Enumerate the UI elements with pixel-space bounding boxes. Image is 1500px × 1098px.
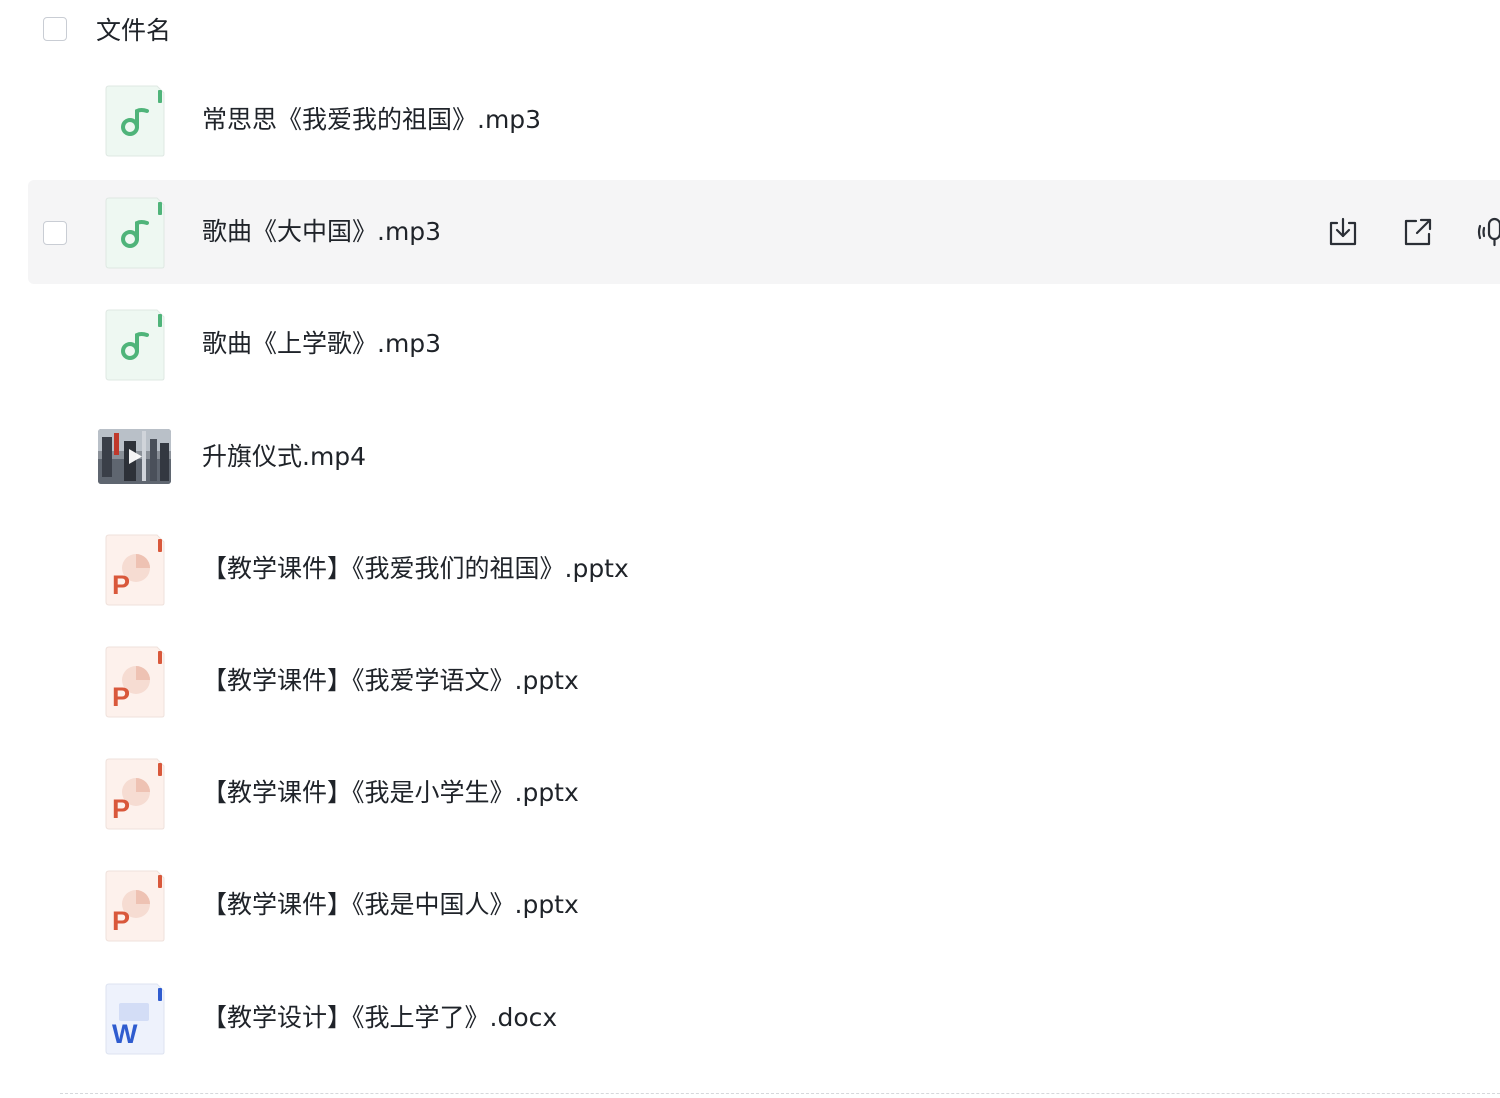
file-row[interactable]: P 【教学课件】《我爱学语文》.pptx [28,629,1500,733]
file-row[interactable]: 常思思《我爱我的祖国》.mp3 [28,68,1500,172]
list-bottom-divider [60,1093,1500,1094]
file-row[interactable]: P 【教学课件】《我是中国人》.pptx [28,853,1500,957]
svg-text:P: P [112,794,130,824]
svg-text:P: P [112,570,130,600]
select-all-checkbox[interactable] [43,17,67,41]
file-row[interactable]: P 【教学课件】《我是小学生》.pptx [28,741,1500,845]
listen-icon[interactable] [1474,214,1500,250]
file-name[interactable]: 歌曲《大中国》.mp3 [202,213,441,251]
file-list-header: 文件名 [0,0,1500,62]
ppt-file-icon: P [105,870,165,942]
file-name[interactable]: 【教学课件】《我是中国人》.pptx [202,886,579,924]
file-row[interactable]: W 【教学设计】《我上学了》.docx [28,966,1500,1070]
svg-text:P: P [112,682,130,712]
row-actions [1325,214,1500,250]
file-row[interactable]: P 【教学课件】《我爱我们的祖国》.pptx [28,517,1500,621]
file-name[interactable]: 升旗仪式.mp4 [202,438,366,476]
file-row-hovered[interactable]: 歌曲《大中国》.mp3 [28,180,1500,285]
video-thumbnail [98,428,171,484]
svg-text:W: W [112,1019,138,1049]
download-icon[interactable] [1325,214,1361,250]
file-name[interactable]: 【教学课件】《我是小学生》.pptx [202,774,579,812]
music-file-icon [105,309,165,381]
file-row[interactable]: 升旗仪式.mp4 [28,405,1500,509]
ppt-file-icon: P [105,534,165,606]
file-name[interactable]: 【教学设计】《我上学了》.docx [202,999,557,1037]
file-name[interactable]: 常思思《我爱我的祖国》.mp3 [202,101,541,139]
ppt-file-icon: P [105,758,165,830]
share-icon[interactable] [1400,214,1436,250]
ppt-file-icon: P [105,646,165,718]
filename-column-header[interactable]: 文件名 [96,14,171,48]
music-file-icon [105,85,165,157]
file-row[interactable]: 歌曲《上学歌》.mp3 [28,292,1500,396]
file-name[interactable]: 【教学课件】《我爱学语文》.pptx [202,662,579,700]
music-file-icon [105,197,165,269]
file-name[interactable]: 【教学课件】《我爱我们的祖国》.pptx [202,550,629,588]
file-name[interactable]: 歌曲《上学歌》.mp3 [202,325,441,363]
word-file-icon: W [105,983,165,1055]
svg-text:P: P [112,906,130,936]
file-list: 常思思《我爱我的祖国》.mp3 歌曲《大中国》.mp3 歌曲《上学歌》.mp3 … [28,68,1500,1078]
row-checkbox[interactable] [43,221,67,246]
